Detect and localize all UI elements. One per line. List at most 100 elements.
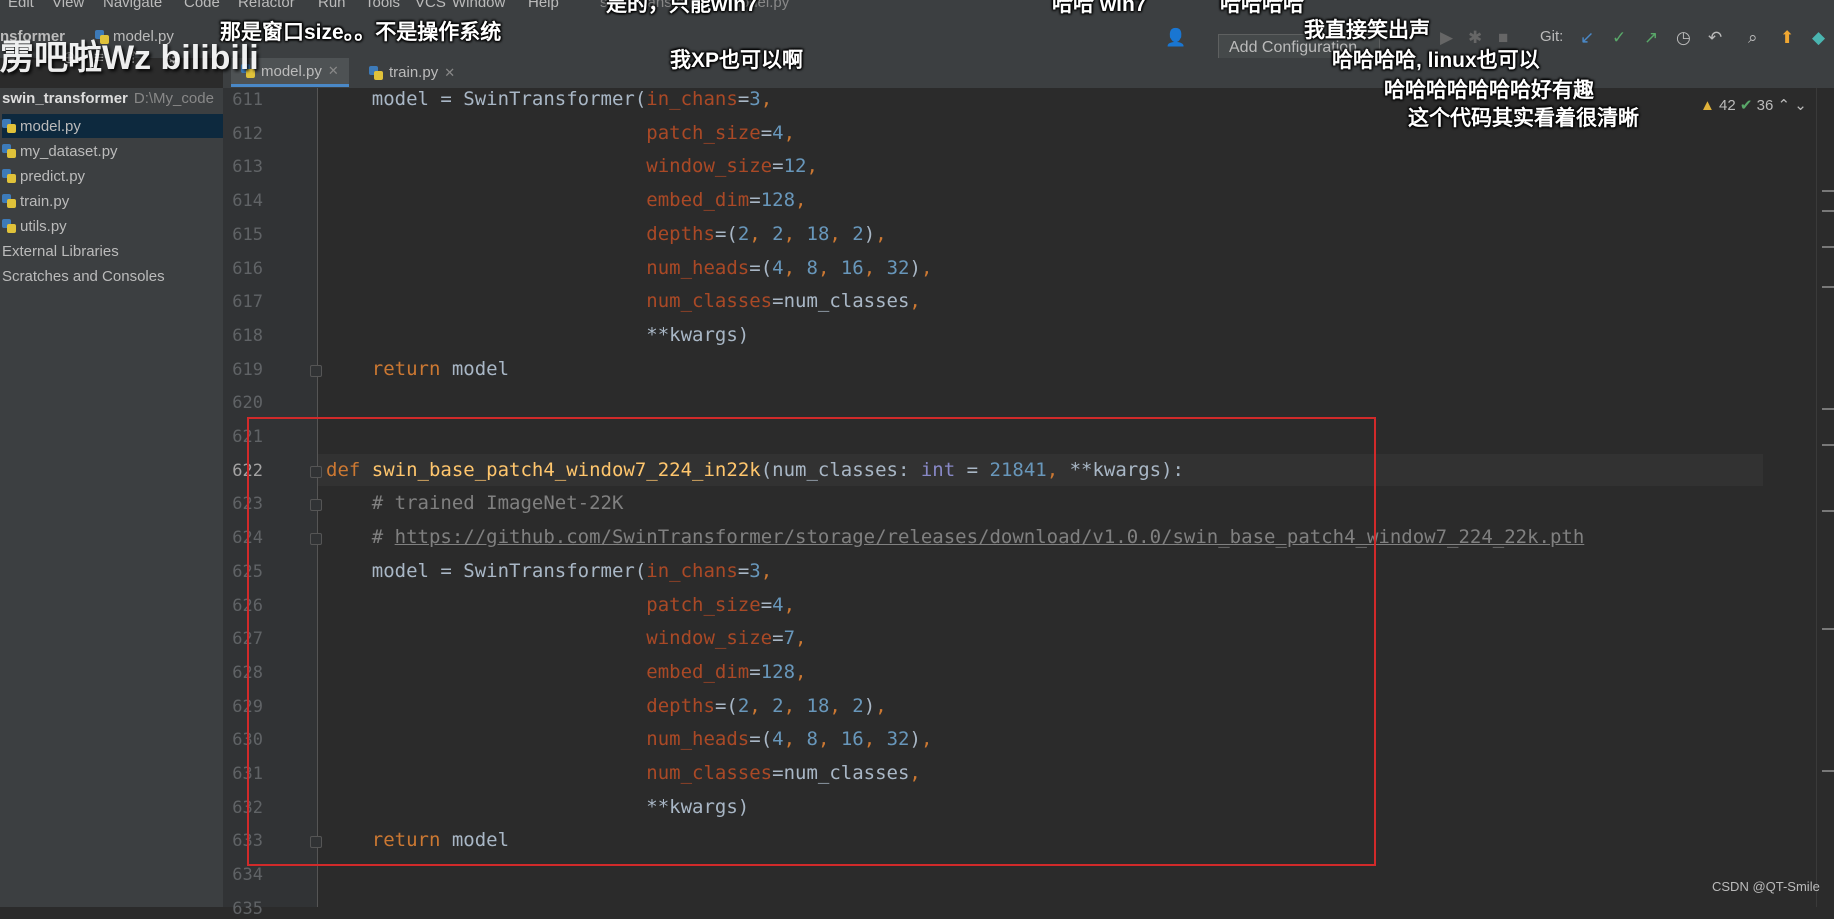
python-file-icon [2,169,16,183]
python-file-icon [2,144,16,158]
menu-window[interactable]: Window [452,0,505,11]
menu-code[interactable]: Code [184,0,220,11]
code-line[interactable]: num_heads=(4, 8, 16, 32), [326,257,932,279]
code-token: 4 [772,728,784,751]
line-number: 634 [232,865,263,886]
menu-navigate[interactable]: Navigate [103,0,162,11]
code-token: window_size [646,155,773,178]
code-line[interactable]: model = SwinTransformer(in_chans=3, [326,560,772,582]
code-token: in_chans [646,559,738,582]
chevron-up-icon[interactable]: ⌃ [1778,97,1791,114]
code-line[interactable]: def swin_base_patch4_window7_224_in22k(n… [326,459,1184,481]
code-line[interactable]: num_heads=(4, 8, 16, 32), [326,728,932,750]
tab-train-py[interactable]: train.py ✕ [359,58,465,87]
code-token: return [371,357,441,380]
line-number: 621 [232,427,263,447]
code-token: return [371,829,441,852]
menu-bar: Edit View Navigate Code Refactor Run Too… [0,0,1834,12]
code-line[interactable]: # https://github.com/SwinTransformer/sto… [326,526,1585,548]
user-icon[interactable]: 👤 [1165,28,1186,48]
menu-help[interactable]: Help [528,0,559,11]
tree-item-train-py[interactable]: train.py [2,189,223,213]
line-number: 625 [232,561,263,582]
code-line[interactable]: **kwargs) [326,324,749,346]
code-token: 32 [886,728,910,751]
code-token: 2 [737,694,750,717]
code-token: =num_classes [772,762,910,784]
menu-refactor[interactable]: Refactor [238,0,295,11]
tree-item-label: predict.py [20,167,86,185]
code-token: , [863,728,887,751]
close-icon[interactable]: ✕ [328,63,339,79]
code-token: , [749,694,773,717]
menu-view[interactable]: View [52,0,84,11]
close-icon[interactable]: ✕ [444,65,455,81]
code-line[interactable]: **kwargs) [326,796,749,818]
code-token: depths [646,222,715,245]
menu-vcs[interactable]: VCS [415,0,446,11]
code-line[interactable]: depths=(2, 2, 18, 2), [326,694,887,717]
fold-marker-icon[interactable] [310,533,322,546]
rollback-icon[interactable]: ↶ [1708,28,1722,48]
menu-tools[interactable]: Tools [365,0,400,11]
code-line[interactable]: patch_size=4, [326,122,795,144]
plugin-icon[interactable]: ◆ [1812,28,1825,48]
code-line[interactable]: window_size=7, [326,627,806,649]
tree-item-my-dataset-py[interactable]: my_dataset.py [2,139,223,163]
menu-edit[interactable]: Edit [8,0,34,11]
tree-item-model-py[interactable]: model.py [2,114,223,138]
code-token: 2 [772,694,784,717]
code-line[interactable]: patch_size=4, [326,594,795,616]
update-icon[interactable]: ⬆ [1780,28,1794,48]
code-line[interactable]: # trained ImageNet-22K [326,492,624,514]
line-number: 618 [232,325,263,346]
project-root-label: swin_transformer [2,90,128,107]
code-line[interactable]: window_size=12, [326,155,818,177]
code-token: model = SwinTransformer( [326,88,647,110]
fold-marker-icon[interactable] [310,465,322,478]
git-commit-icon[interactable]: ✓ [1612,28,1626,48]
history-icon[interactable]: ◷ [1676,28,1691,48]
code-line[interactable]: return model [326,829,509,851]
code-token: num_heads [646,728,750,751]
code-line[interactable]: num_classes=num_classes, [326,290,921,312]
code-line[interactable]: embed_dim=128, [326,189,806,211]
chevron-down-icon[interactable]: ⌄ [1794,97,1807,114]
code-token: = [737,88,750,110]
code-token: ) [909,256,921,279]
git-push-icon[interactable]: ↗ [1644,28,1658,48]
menu-run[interactable]: Run [318,0,346,11]
search-icon[interactable]: ⌕ [1748,28,1758,48]
scroll-marker [1822,286,1834,288]
code-token: 4 [772,593,784,616]
code-line[interactable]: model = SwinTransformer(in_chans=3, [326,88,772,110]
scroll-marker [1822,408,1834,410]
tree-item-scratches[interactable]: Scratches and Consoles [2,264,223,288]
code-token: =( [749,728,773,751]
line-number: 613 [232,157,263,178]
code-token: , [875,694,887,717]
code-token: , [806,155,818,178]
tree-item-predict-py[interactable]: predict.py [2,164,223,188]
tree-item-external-libraries[interactable]: External Libraries [2,239,223,263]
code-token: = [955,458,990,481]
project-root[interactable]: swin_transformer D:\My_code [2,90,214,107]
code-line[interactable]: depths=(2, 2, 18, 2), [326,222,886,245]
tree-item-utils-py[interactable]: utils.py [2,214,223,238]
code-line[interactable]: embed_dim=128, [326,661,806,683]
code-token: , [795,189,807,212]
fold-marker-icon[interactable] [310,364,322,377]
fold-marker-icon[interactable] [310,836,322,849]
code-token: , [817,728,841,751]
code-token: 128 [760,660,796,683]
code-token: 2 [737,222,750,245]
line-number: 616 [232,258,263,279]
code-line[interactable]: num_classes=num_classes, [326,762,921,784]
inspection-widget[interactable]: ▲ 42 ✔ 36 ⌃ ⌄ [1700,96,1807,114]
fold-marker-icon[interactable] [310,499,322,512]
code-line[interactable]: return model [326,358,509,380]
code-token: int [920,458,956,481]
git-update-icon[interactable]: ↙ [1580,28,1594,48]
